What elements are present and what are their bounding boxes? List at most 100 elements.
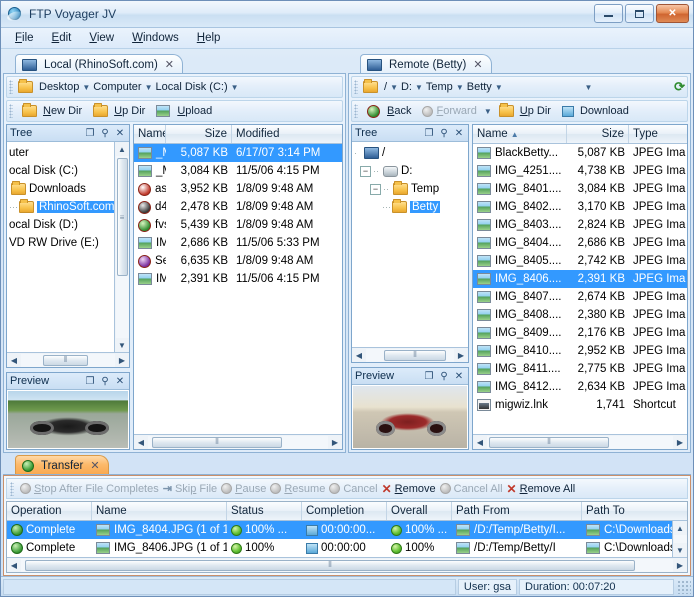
chevron-down-icon[interactable]: ▼ xyxy=(456,83,464,92)
chevron-down-icon[interactable]: ▼ xyxy=(495,83,503,92)
tree-item-betty[interactable]: ··· Betty xyxy=(352,198,468,216)
scroll-up-icon[interactable]: ▲ xyxy=(118,142,126,156)
table-row[interactable]: IMG_8401.... 3,084 KB JPEG Ima xyxy=(473,180,687,198)
menu-file[interactable]: File xyxy=(7,30,42,46)
breadcrumb-computer[interactable]: Computer xyxy=(93,81,141,93)
column-header-name[interactable]: Name xyxy=(92,502,227,520)
collapse-icon[interactable]: − xyxy=(360,166,371,177)
chevron-down-icon[interactable]: ▼ xyxy=(145,83,153,92)
scroll-left-icon[interactable]: ◀ xyxy=(473,438,487,447)
forward-button[interactable]: Forward xyxy=(418,104,480,118)
breadcrumb-desktop[interactable]: Desktop xyxy=(39,81,79,93)
toolbar-grip[interactable] xyxy=(354,104,358,118)
remove-all-button[interactable]: ✕ Remove All xyxy=(507,482,576,496)
download-button[interactable]: Download xyxy=(558,104,633,118)
scroll-right-icon[interactable]: ▶ xyxy=(115,356,129,365)
remote-tree-hscrollbar[interactable]: ◀ ⦀ ▶ xyxy=(352,347,468,362)
table-row[interactable]: migwiz.lnk 1,741 Shortcut xyxy=(473,396,687,414)
breadcrumb-local-disk-c[interactable]: Local Disk (C:) xyxy=(156,81,228,93)
float-icon[interactable]: ❐ xyxy=(423,128,435,139)
tree-item-d-drive[interactable]: − ·· D: xyxy=(352,162,468,180)
table-row[interactable]: d4setup... 2,478 KB 1/8/09 9:48 AM xyxy=(134,198,342,216)
local-tree-hscrollbar[interactable]: ◀ ⦀ ▶ xyxy=(7,352,129,367)
float-icon[interactable]: ❐ xyxy=(84,376,96,387)
remote-list-hscrollbar[interactable]: ◀ ⦀ ▶ xyxy=(473,434,687,449)
hscroll-track[interactable]: ⦀ xyxy=(366,349,454,362)
table-row[interactable]: IMG_8407.... 2,674 KB JPEG Ima xyxy=(473,288,687,306)
table-row[interactable]: _Motorc... 3,084 KB 11/5/06 4:15 PM xyxy=(134,162,342,180)
toolbar-grip[interactable] xyxy=(9,80,13,94)
close-icon[interactable]: ✕ xyxy=(453,128,465,139)
stop-after-file-completes-button[interactable]: Stop After File Completes xyxy=(20,483,159,495)
local-list-hscrollbar[interactable]: ◀ ⦀ ▶ xyxy=(134,434,342,449)
column-header-path-from[interactable]: Path From xyxy=(452,502,582,520)
table-row[interactable]: IMG_8411.... 2,775 KB JPEG Ima xyxy=(473,360,687,378)
tree-item-temp[interactable]: − ·· Temp xyxy=(352,180,468,198)
table-row[interactable]: _Motorc... 5,087 KB 6/17/07 3:14 PM xyxy=(134,144,342,162)
new-dir-button[interactable]: New Dir xyxy=(18,104,86,118)
tab-transfer[interactable]: Transfer ✕ xyxy=(15,455,109,475)
column-header-type[interactable]: Type xyxy=(629,125,687,143)
table-row[interactable]: IMG_4251.... 4,738 KB JPEG Ima xyxy=(473,162,687,180)
local-tree-area[interactable]: uter ocal Disk (C:) Downloads xyxy=(7,142,114,352)
table-row[interactable]: as-setup... 3,952 KB 1/8/09 9:48 AM xyxy=(134,180,342,198)
transfer-vscrollbar[interactable]: ▲ ▼ xyxy=(672,521,687,557)
breadcrumb-betty[interactable]: Betty xyxy=(467,81,492,93)
upload-button[interactable]: Upload xyxy=(152,104,216,118)
column-header-status[interactable]: Status xyxy=(227,502,302,520)
table-row[interactable]: IMG_84... 2,391 KB 11/5/06 4:15 PM xyxy=(134,270,342,288)
remove-button[interactable]: ✕ Remove xyxy=(382,482,436,496)
table-row[interactable]: fvsetup.... 5,439 KB 1/8/09 9:48 AM xyxy=(134,216,342,234)
toolbar-grip[interactable] xyxy=(9,104,13,118)
close-icon[interactable]: ✕ xyxy=(114,128,126,139)
scroll-down-icon[interactable]: ▼ xyxy=(118,338,126,352)
menu-edit[interactable]: Edit xyxy=(44,30,80,46)
tab-local[interactable]: Local (RhinoSoft.com) ✕ xyxy=(15,54,183,74)
table-row[interactable]: IMG_8406.... 2,391 KB JPEG Ima xyxy=(473,270,687,288)
scroll-right-icon[interactable]: ▶ xyxy=(454,351,468,360)
vscroll-track[interactable] xyxy=(674,535,687,543)
toolbar-grip[interactable] xyxy=(10,482,14,496)
hscroll-thumb[interactable]: ⦀ xyxy=(152,437,282,448)
close-icon[interactable]: ✕ xyxy=(114,376,126,387)
scroll-right-icon[interactable]: ▶ xyxy=(673,438,687,447)
hscroll-track[interactable]: ⦀ xyxy=(148,436,328,449)
pin-icon[interactable]: ⚲ xyxy=(438,128,450,139)
remote-tree-area[interactable]: · / − ·· D: xyxy=(352,142,468,347)
breadcrumb-temp[interactable]: Temp xyxy=(426,81,453,93)
tree-item-local-disk-d[interactable]: ocal Disk (D:) xyxy=(7,216,114,234)
tree-item-downloads[interactable]: Downloads xyxy=(7,180,114,198)
table-row[interactable]: IMG_8410.... 2,952 KB JPEG Ima xyxy=(473,342,687,360)
table-row[interactable]: IMG_84... 2,686 KB 11/5/06 5:33 PM xyxy=(134,234,342,252)
column-header-size[interactable]: Size xyxy=(567,125,629,143)
skip-file-button[interactable]: ⇥ Skip File xyxy=(163,482,217,495)
scroll-right-icon[interactable]: ▶ xyxy=(673,561,687,570)
float-icon[interactable]: ❐ xyxy=(84,128,96,139)
chevron-down-icon[interactable]: ▼ xyxy=(82,83,90,92)
hscroll-thumb[interactable]: ⦀ xyxy=(25,560,635,571)
pin-icon[interactable]: ⚲ xyxy=(99,128,111,139)
tree-item-root[interactable]: · / xyxy=(352,144,468,162)
chevron-down-icon[interactable]: ▼ xyxy=(390,83,398,92)
chevron-down-icon[interactable]: ▼ xyxy=(415,83,423,92)
resize-grip-icon[interactable] xyxy=(677,580,691,594)
remote-file-rows[interactable]: BlackBetty... 5,087 KB JPEG Ima IMG_4251… xyxy=(473,144,687,434)
tree-item-rhinosoft[interactable]: ···· RhinoSoft.com xyxy=(7,198,114,216)
table-row[interactable]: ServUSe... 6,635 KB 1/8/09 9:48 AM xyxy=(134,252,342,270)
close-icon[interactable]: ✕ xyxy=(453,371,465,382)
resume-button[interactable]: Resume xyxy=(270,483,325,495)
pin-icon[interactable]: ⚲ xyxy=(438,371,450,382)
menu-windows[interactable]: Windows xyxy=(124,30,187,46)
scroll-up-icon[interactable]: ▲ xyxy=(676,521,684,535)
hscroll-thumb[interactable]: ⦀ xyxy=(43,355,88,366)
scroll-left-icon[interactable]: ◀ xyxy=(7,356,21,365)
vscroll-thumb[interactable]: ≡ xyxy=(117,158,128,276)
menu-help[interactable]: Help xyxy=(189,30,229,46)
tree-item-computer[interactable]: uter xyxy=(7,144,114,162)
scroll-left-icon[interactable]: ◀ xyxy=(134,438,148,447)
column-header-name[interactable]: Name ▲ xyxy=(473,125,567,143)
minimize-button[interactable] xyxy=(594,4,623,23)
tab-remote-close-icon[interactable]: ✕ xyxy=(473,58,482,71)
up-dir-button[interactable]: Up Dir xyxy=(89,104,149,118)
scroll-right-icon[interactable]: ▶ xyxy=(328,438,342,447)
